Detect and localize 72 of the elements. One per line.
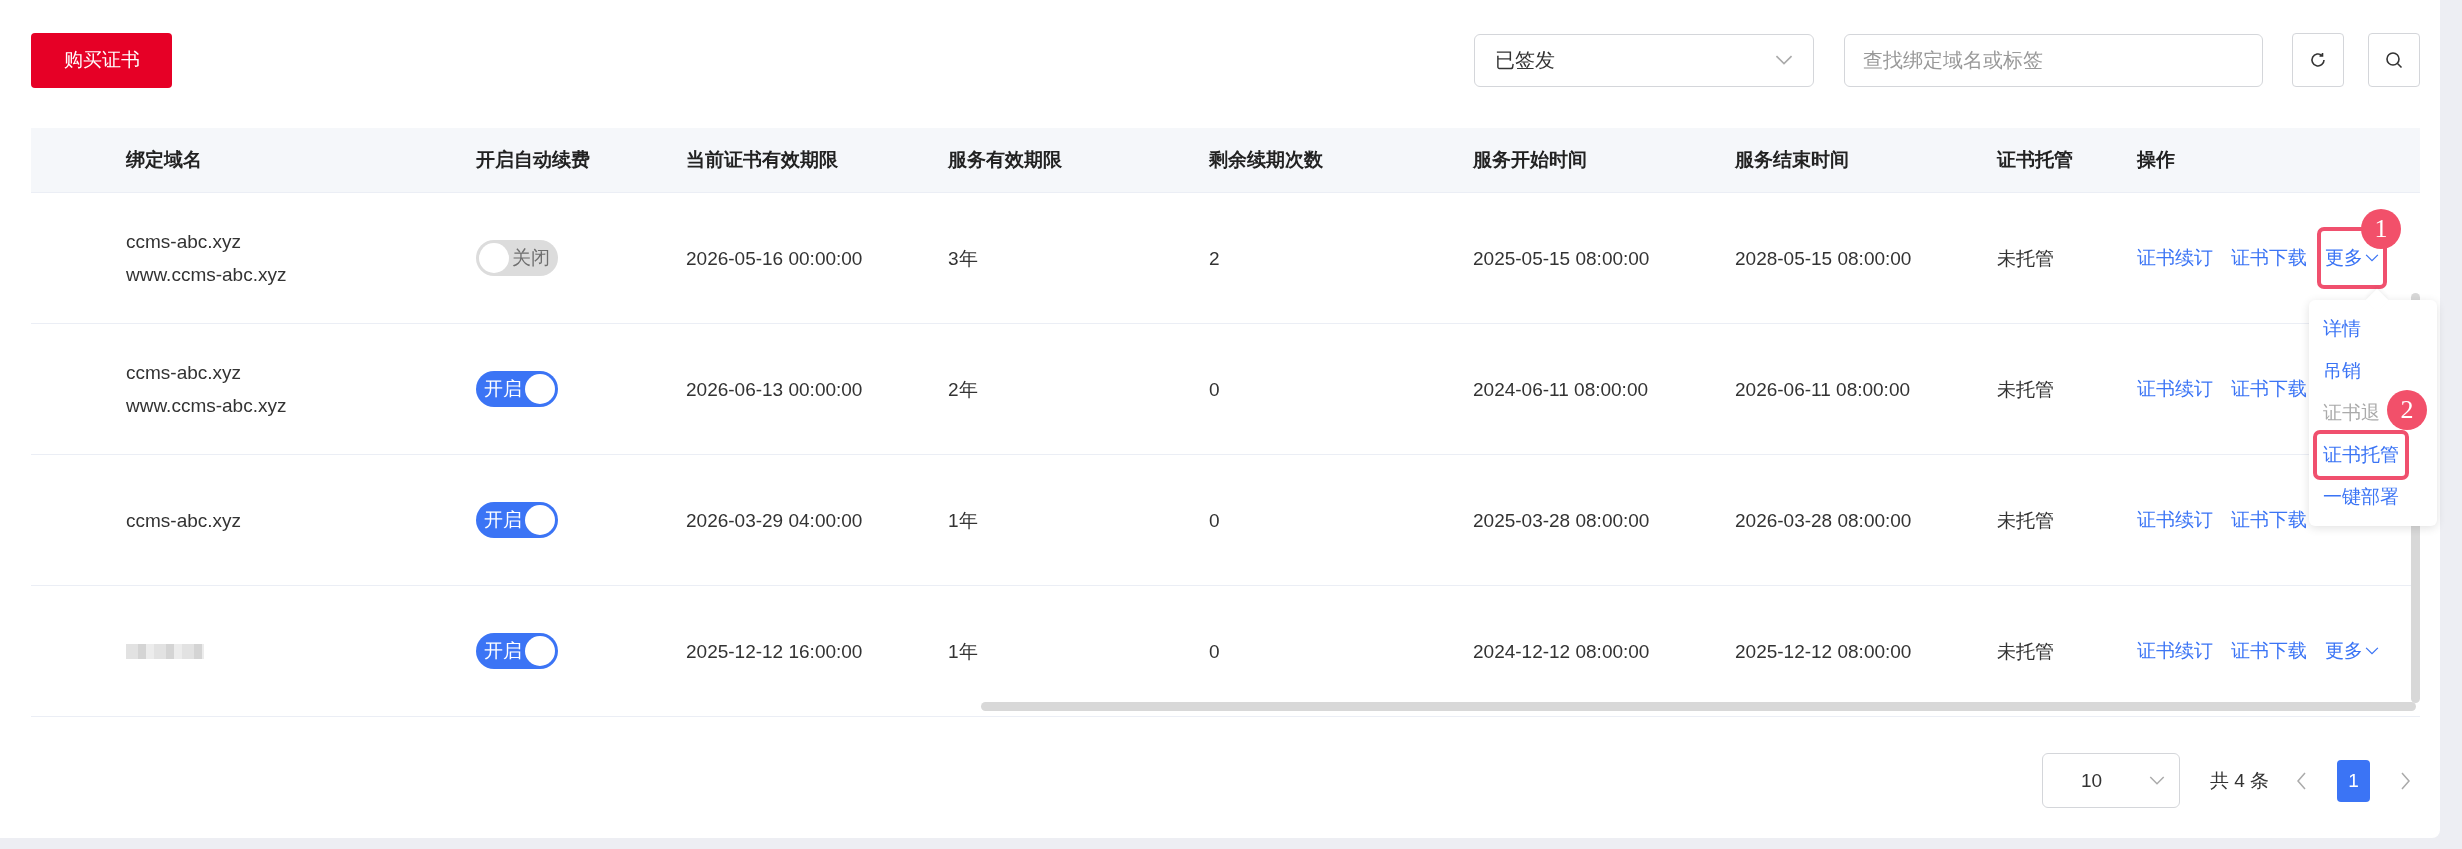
table-cell-text: 2025-12-12 16:00:00: [686, 639, 864, 664]
action-link[interactable]: 证书续订: [2137, 638, 2213, 664]
table-cell-text: 2026-03-29 04:00:00: [686, 508, 864, 533]
chevron-down-icon: [2365, 646, 2379, 656]
menu-item[interactable]: 吊销: [2317, 350, 2367, 392]
more-link[interactable]: 更多: [2325, 638, 2379, 664]
table-cell-text: 未托管: [1997, 639, 2055, 664]
action-link[interactable]: 证书续订: [2137, 245, 2213, 271]
domain-text: ccms-abc.xyz: [126, 230, 243, 254]
table-cell-text: 2026-06-11 08:00:00: [1735, 377, 1912, 402]
table-cell-text: 未托管: [1997, 246, 2055, 271]
menu-item[interactable]: 一键部署: [2317, 476, 2405, 518]
action-link[interactable]: 证书续订: [2137, 376, 2213, 402]
page-size-select[interactable]: 10: [2041, 753, 2180, 808]
table-cell-text: 1年: [948, 639, 979, 664]
table-cell-text: 3年: [948, 246, 979, 271]
table-cell-text: 2025-03-28 08:00:00: [1473, 508, 1651, 533]
action-link[interactable]: 证书下载: [2231, 507, 2307, 533]
status-select[interactable]: 已签发: [1474, 33, 1814, 87]
auto-renew-switch[interactable]: 开启: [476, 502, 558, 538]
table-cell-text: 1年: [948, 508, 979, 533]
table-cell-text: 未托管: [1997, 508, 2055, 533]
next-page-icon[interactable]: [2400, 771, 2410, 790]
table-cell-text: 2024-12-12 08:00:00: [1473, 639, 1651, 664]
auto-renew-switch[interactable]: 开启: [476, 371, 558, 407]
domain-text: www.ccms-abc.xyz: [126, 394, 288, 418]
previous-page-icon[interactable]: [2297, 771, 2307, 790]
column-header: 证书托管: [1997, 148, 2074, 172]
table-cell-text: 2024-06-11 08:00:00: [1473, 377, 1650, 402]
search-icon: [2385, 51, 2403, 69]
table-cell-text: 2025-12-12 08:00:00: [1735, 639, 1913, 664]
table-cell-text: 0: [1209, 508, 1221, 533]
column-header: 服务有效期限: [948, 148, 1063, 172]
callout-badge: 1: [2361, 209, 2401, 249]
callout-badge: 2: [2387, 390, 2427, 430]
action-link[interactable]: 证书续订: [2137, 507, 2213, 533]
table-cell-text: 0: [1209, 377, 1221, 402]
table-cell-text: 2: [1209, 246, 1221, 271]
table-cell-text: 2026-03-28 08:00:00: [1735, 508, 1913, 533]
page-button[interactable]: 1: [2337, 759, 2370, 802]
column-header: 服务结束时间: [1735, 148, 1850, 172]
table-cell-text: 0: [1209, 639, 1221, 664]
table-cell-text: 2年: [948, 377, 979, 402]
auto-renew-switch[interactable]: 关闭: [476, 240, 558, 276]
action-link[interactable]: 证书下载: [2231, 638, 2307, 664]
domain-text: www.ccms-abc.xyz: [126, 263, 288, 287]
action-link[interactable]: 证书下载: [2231, 245, 2307, 271]
column-header: 绑定域名: [126, 148, 203, 172]
auto-renew-switch[interactable]: 开启: [476, 633, 558, 669]
search-field[interactable]: 查找绑定域名或标签: [1844, 33, 2263, 87]
domain-text: ccms-abc.xyz: [126, 508, 243, 533]
buy-certificate-button[interactable]: 购买证书: [31, 32, 172, 88]
table-cell-text: 2028-05-15 08:00:00: [1735, 246, 1913, 271]
column-header: 操作: [2137, 148, 2176, 172]
table-cell-text: 2026-05-16 00:00:00: [686, 246, 864, 271]
chevron-down-icon: [1775, 54, 1793, 66]
total-count: 共 4 条: [2209, 768, 2269, 793]
table-cell-text: 2025-05-15 08:00:00: [1473, 246, 1651, 271]
search-button[interactable]: [2368, 33, 2420, 87]
refresh-button[interactable]: [2292, 33, 2344, 87]
chevron-down-icon: [2148, 775, 2165, 786]
chevron-down-icon: [2365, 253, 2379, 263]
refresh-icon: [2309, 51, 2327, 69]
column-header: 开启自动续费: [476, 148, 591, 172]
table-cell-text: 2026-06-13 00:00:00: [686, 377, 864, 402]
menu-item[interactable]: 详情: [2317, 308, 2367, 350]
table-cell-text: 未托管: [1997, 377, 2055, 402]
column-header: 剩余续期次数: [1209, 148, 1324, 172]
column-header: 服务开始时间: [1473, 148, 1588, 172]
domain-text: ccms-abc.xyz: [126, 361, 243, 385]
action-link[interactable]: 证书下载: [2231, 376, 2307, 402]
column-header: 当前证书有效期限: [686, 148, 839, 172]
